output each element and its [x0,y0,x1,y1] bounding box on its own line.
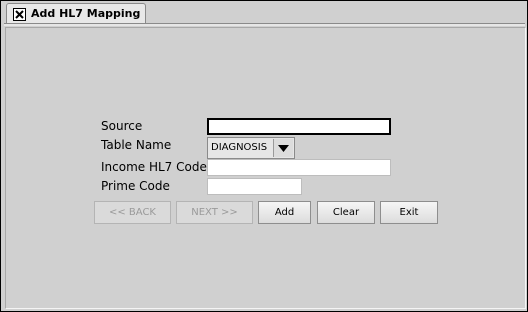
tab-add-hl7-mapping[interactable]: Add HL7 Mapping [6,3,146,24]
table-name-select[interactable]: DIAGNOSIS [207,137,295,159]
source-label: Source [101,119,143,133]
add-button[interactable]: Add [258,201,311,224]
prime-code-input[interactable] [207,178,302,195]
window-frame: Add HL7 Mapping Source Table Name DIAGNO… [0,0,528,312]
tab-label: Add HL7 Mapping [31,7,141,20]
prime-code-label: Prime Code [101,179,170,193]
close-icon[interactable] [13,8,26,21]
table-name-value: DIAGNOSIS [211,142,268,153]
source-input[interactable] [207,118,391,135]
clear-button[interactable]: Clear [317,201,375,224]
income-hl7-code-input[interactable] [207,159,391,176]
chevron-down-icon[interactable] [273,139,293,157]
back-button[interactable]: << BACK [94,201,171,224]
income-hl7-code-label: Income HL7 Code [101,160,207,174]
tab-divider [4,23,525,26]
table-name-label: Table Name [101,138,172,152]
next-button[interactable]: NEXT >> [176,201,253,224]
exit-button[interactable]: Exit [380,201,438,224]
